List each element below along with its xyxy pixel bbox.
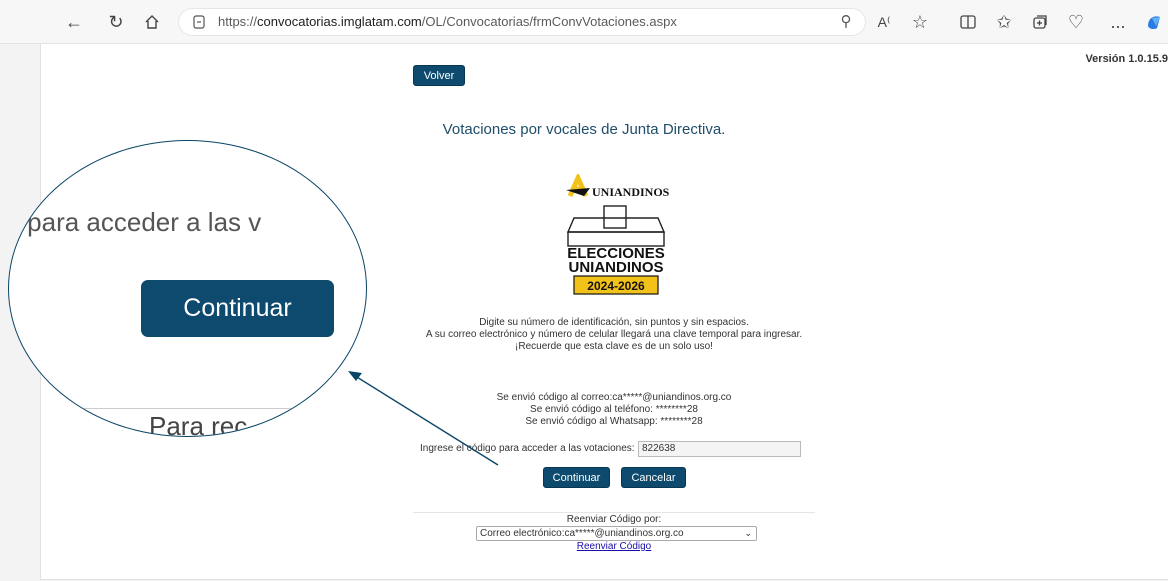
- back-icon[interactable]: ←: [60, 8, 88, 36]
- code-input-row: Ingrese el código para acceder a las vot…: [420, 441, 801, 457]
- refresh-icon[interactable]: ↻: [102, 8, 130, 36]
- url-text[interactable]: https://convocatorias.imglatam.com/OL/Co…: [218, 14, 677, 29]
- page-title: Votaciones por vocales de Junta Directiv…: [442, 121, 726, 138]
- zoomed-resend-text: Para rec: [149, 411, 248, 437]
- copilot-icon[interactable]: [1140, 8, 1168, 36]
- favorites-icon[interactable]: ✩: [990, 8, 1018, 36]
- resend-code-link[interactable]: Reenviar Código: [0, 541, 1168, 552]
- zoomed-continue-button: Continuar: [141, 280, 334, 337]
- logo-brand-text: UNIANDINOS: [592, 185, 670, 199]
- continue-button[interactable]: Continuar: [543, 467, 610, 488]
- read-aloud-icon[interactable]: A⁽: [870, 8, 898, 36]
- split-screen-icon[interactable]: [954, 8, 982, 36]
- section-divider: [413, 512, 815, 513]
- zoom-callout: go para acceder a las v Continuar Para r…: [8, 140, 367, 437]
- address-bar[interactable]: https://convocatorias.imglatam.com/OL/Co…: [178, 8, 866, 36]
- code-input[interactable]: 822638: [638, 441, 801, 457]
- version-label: Versión 1.0.15.9: [1085, 53, 1168, 65]
- zoomed-code-label: go para acceder a las v: [8, 207, 262, 237]
- browser-toolbar: ← ↻ https://convocatorias.imglatam.com/O…: [0, 0, 1168, 44]
- more-menu-icon[interactable]: ...: [1104, 8, 1132, 36]
- resend-label: Reenviar Código por:: [566, 514, 662, 525]
- logo-line2-text: UNIANDINOS: [568, 259, 663, 276]
- logo-years-text: 2024-2026: [587, 279, 645, 293]
- elecciones-uniandinos-logo: UNIANDINOS ELECCIONES UNIANDINOS 2024-20…: [566, 174, 670, 295]
- chevron-down-icon: ⌄: [744, 528, 752, 538]
- resend-selected-option: Correo electrónico:ca*****@uniandinos.or…: [480, 528, 684, 539]
- zoom-icon[interactable]: ⚲: [836, 12, 856, 32]
- collections-icon[interactable]: [1026, 8, 1054, 36]
- code-input-label: Ingrese el código para acceder a las vot…: [420, 443, 635, 454]
- ballot-box-icon: [566, 205, 666, 247]
- back-button[interactable]: Volver: [413, 65, 465, 86]
- zoomed-divider: [69, 408, 299, 409]
- browser-essentials-icon[interactable]: ♡: [1062, 8, 1090, 36]
- uniandinos-emblem-icon: [566, 174, 590, 198]
- page-info-icon[interactable]: [192, 14, 206, 30]
- home-icon[interactable]: [138, 8, 166, 36]
- cancel-button[interactable]: Cancelar: [621, 467, 686, 488]
- resend-method-select[interactable]: Correo electrónico:ca*****@uniandinos.or…: [476, 526, 757, 541]
- favorite-star-icon[interactable]: ☆: [906, 8, 934, 36]
